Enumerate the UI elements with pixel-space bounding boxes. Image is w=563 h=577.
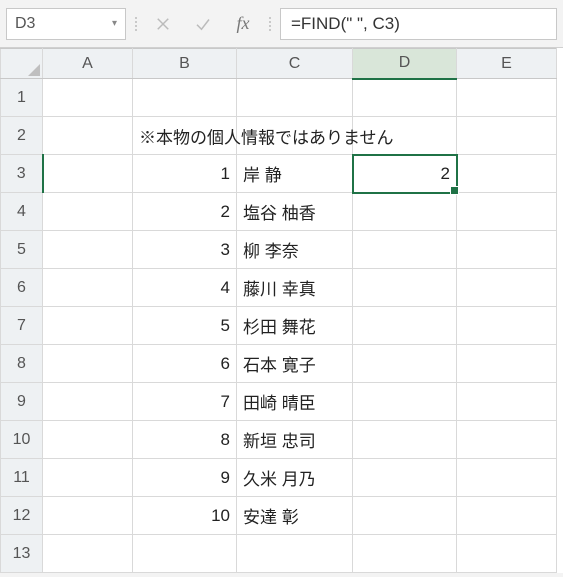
cell[interactable]: 4 — [133, 269, 237, 307]
cell[interactable]: 石本 寛子 — [237, 345, 353, 383]
cell[interactable] — [353, 345, 457, 383]
cell[interactable] — [457, 269, 557, 307]
cell[interactable] — [43, 155, 133, 193]
cell[interactable] — [43, 497, 133, 535]
cell[interactable] — [43, 79, 133, 117]
cell[interactable] — [353, 79, 457, 117]
cell[interactable] — [457, 231, 557, 269]
spreadsheet-grid[interactable]: A B C D E 1 2 ※本物の個人情報ではありません 3 1 — [0, 48, 563, 573]
cell[interactable]: 杉田 舞花 — [237, 307, 353, 345]
cell[interactable] — [457, 117, 557, 155]
row-header-11[interactable]: 11 — [1, 459, 43, 497]
cell[interactable]: 新垣 忠司 — [237, 421, 353, 459]
cell[interactable] — [43, 269, 133, 307]
cell[interactable] — [43, 535, 133, 573]
row-header-2[interactable]: 2 — [1, 117, 43, 155]
cell[interactable] — [353, 269, 457, 307]
col-header-B[interactable]: B — [133, 49, 237, 79]
cell[interactable]: 2 — [133, 193, 237, 231]
fx-button[interactable]: fx — [226, 8, 260, 40]
cell[interactable] — [457, 155, 557, 193]
chevron-down-icon[interactable]: ▾ — [112, 18, 117, 29]
cell[interactable] — [457, 307, 557, 345]
formula-input[interactable]: =FIND(" ", C3) — [280, 8, 557, 40]
cell[interactable] — [43, 307, 133, 345]
x-icon — [154, 15, 172, 33]
cell[interactable] — [43, 421, 133, 459]
cell[interactable]: 久米 月乃 — [237, 459, 353, 497]
cell[interactable] — [353, 193, 457, 231]
cell[interactable] — [133, 79, 237, 117]
cell[interactable] — [353, 383, 457, 421]
cell[interactable] — [43, 459, 133, 497]
cell[interactable] — [457, 421, 557, 459]
col-header-C[interactable]: C — [237, 49, 353, 79]
cell[interactable] — [457, 79, 557, 117]
row-header-8[interactable]: 8 — [1, 345, 43, 383]
cell[interactable] — [353, 421, 457, 459]
cell[interactable]: 柳 李奈 — [237, 231, 353, 269]
row-header-10[interactable]: 10 — [1, 421, 43, 459]
cell[interactable]: 6 — [133, 345, 237, 383]
separator — [132, 8, 140, 40]
cell[interactable] — [43, 345, 133, 383]
col-header-A[interactable]: A — [43, 49, 133, 79]
cell[interactable] — [353, 497, 457, 535]
cell[interactable]: 8 — [133, 421, 237, 459]
cell[interactable]: 岸 静 — [237, 155, 353, 193]
fx-icon: fx — [237, 13, 250, 34]
cell[interactable] — [43, 117, 133, 155]
cell[interactable]: 9 — [133, 459, 237, 497]
cell[interactable]: 7 — [133, 383, 237, 421]
formula-bar: D3 ▾ fx =FIND(" ", C3) — [0, 0, 563, 48]
cancel-button[interactable] — [146, 8, 180, 40]
cell[interactable] — [43, 231, 133, 269]
disclaimer-note: ※本物の個人情報ではありません — [139, 123, 394, 148]
cell[interactable] — [457, 193, 557, 231]
enter-button[interactable] — [186, 8, 220, 40]
row-header-5[interactable]: 5 — [1, 231, 43, 269]
formula-text: =FIND(" ", C3) — [291, 14, 400, 34]
cell[interactable] — [353, 535, 457, 573]
cell[interactable]: 5 — [133, 307, 237, 345]
cell[interactable]: 3 — [133, 231, 237, 269]
cell[interactable]: 藤川 幸真 — [237, 269, 353, 307]
cell[interactable] — [353, 231, 457, 269]
cell[interactable] — [237, 79, 353, 117]
cell[interactable] — [43, 193, 133, 231]
cell[interactable] — [457, 535, 557, 573]
select-all-corner[interactable] — [1, 49, 43, 79]
row-header-7[interactable]: 7 — [1, 307, 43, 345]
row-header-3[interactable]: 3 — [1, 155, 43, 193]
cell[interactable]: 田崎 晴臣 — [237, 383, 353, 421]
row-header-12[interactable]: 12 — [1, 497, 43, 535]
cell[interactable] — [457, 383, 557, 421]
cell[interactable]: 塩谷 柚香 — [237, 193, 353, 231]
cell[interactable]: 安達 彰 — [237, 497, 353, 535]
cell[interactable]: ※本物の個人情報ではありません — [133, 117, 237, 155]
row-header-6[interactable]: 6 — [1, 269, 43, 307]
row-header-13[interactable]: 13 — [1, 535, 43, 573]
cell[interactable]: 1 — [133, 155, 237, 193]
cell[interactable] — [457, 459, 557, 497]
cell[interactable] — [353, 307, 457, 345]
row-header-4[interactable]: 4 — [1, 193, 43, 231]
cell[interactable] — [43, 383, 133, 421]
col-header-D[interactable]: D — [353, 49, 457, 79]
cell[interactable]: 10 — [133, 497, 237, 535]
selected-cell[interactable]: 2 — [353, 155, 457, 193]
cell[interactable] — [353, 459, 457, 497]
cell[interactable] — [237, 535, 353, 573]
name-box-value: D3 — [15, 15, 35, 33]
check-icon — [194, 15, 212, 33]
row-header-1[interactable]: 1 — [1, 79, 43, 117]
cell[interactable] — [133, 535, 237, 573]
cell[interactable] — [457, 497, 557, 535]
row-header-9[interactable]: 9 — [1, 383, 43, 421]
cell[interactable] — [457, 345, 557, 383]
col-header-E[interactable]: E — [457, 49, 557, 79]
separator — [266, 8, 274, 40]
name-box[interactable]: D3 ▾ — [6, 8, 126, 40]
